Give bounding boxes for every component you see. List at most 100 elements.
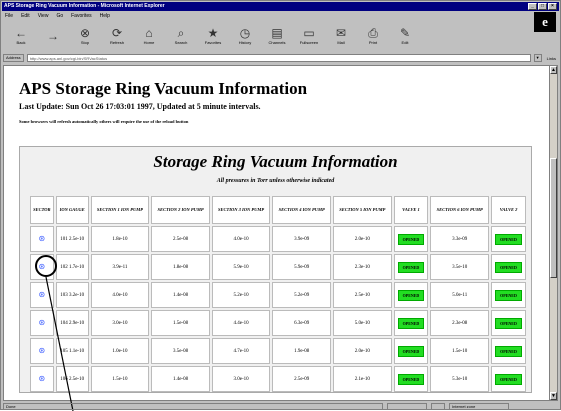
status-badge: OPENED	[495, 317, 522, 329]
vertical-scrollbar[interactable]: ▲ ▼	[549, 65, 558, 401]
cell-value: 2.3e-08	[452, 320, 468, 326]
cell-value: 105 1.1e-10	[60, 348, 85, 354]
links-button[interactable]: Links	[545, 56, 558, 61]
pressure-cell: 105 1.1e-10	[55, 338, 89, 364]
pressure-cell: 5.2e-09	[272, 282, 331, 308]
pressure-cell: 3.0e-10	[90, 310, 150, 336]
header-cell: ION GAUGE	[55, 196, 89, 224]
refresh-button[interactable]: ⟳ Refresh	[105, 21, 129, 51]
status-badge: OPENED	[495, 345, 522, 357]
cell-value: 4.0e-10	[233, 236, 249, 242]
valve-status-cell: OPENED	[393, 338, 429, 364]
channels-icon: ▤	[271, 26, 283, 40]
pressure-cell: 1.5e-08	[151, 310, 210, 336]
chevron-down-icon[interactable]: ▼	[533, 54, 542, 62]
menu-file[interactable]: File	[5, 12, 13, 20]
status-badge: OPENED	[495, 289, 522, 301]
channels-button[interactable]: ▤ Channels	[265, 21, 289, 51]
header-cell: SECTION 4 ION PUMP	[272, 196, 331, 224]
minimize-button[interactable]: _	[528, 3, 537, 10]
cell-value: 5.9e-09	[294, 264, 310, 270]
cell-value: 2.5e-08	[172, 236, 189, 242]
pressure-cell: 1.0e-10	[90, 338, 150, 364]
back-button[interactable]: ← Back	[9, 21, 33, 51]
scroll-up-icon[interactable]: ▲	[550, 66, 557, 74]
sector-link-icon[interactable]: ⊛	[38, 319, 46, 327]
cell-value: 3.9e-11	[112, 264, 128, 270]
stop-button[interactable]: ⊗ Stop	[73, 21, 97, 51]
menu-go[interactable]: Go	[56, 12, 63, 20]
menu-favorites[interactable]: Favorites	[71, 12, 92, 20]
pressure-cell: 1.8e-10	[90, 226, 150, 252]
window-title-bar[interactable]: APS Storage Ring Vacuum Information - Mi…	[2, 2, 559, 11]
sector-link-icon[interactable]: ⊛	[38, 375, 46, 383]
status-badge: OPENED	[495, 233, 522, 245]
pressure-cell: 3.3e-09	[430, 226, 490, 252]
fullscreen-button[interactable]: ▭ Fullscreen	[297, 21, 321, 51]
pressure-cell: 1.5e-10	[430, 338, 490, 364]
search-button[interactable]: ⌕ Search	[169, 21, 193, 51]
pressure-cell: 2.5e-09	[272, 366, 331, 392]
sector-cell: ⊛	[30, 310, 54, 336]
pressure-cell: 5.3e-10	[430, 366, 490, 392]
pressure-cell: 4.7e-10	[211, 338, 271, 364]
pressure-cell: 6.3e-09	[272, 310, 331, 336]
pressure-cell: 2.1e-10	[332, 366, 392, 392]
window-controls: _ □ ×	[528, 3, 557, 10]
address-input[interactable]: http://www.aps.anl.gov/cgi-bin/SRVacStat…	[26, 54, 531, 62]
header-cell: SECTION 6 ION PUMP	[430, 196, 490, 224]
menu-view[interactable]: View	[38, 12, 49, 20]
header-cell: SECTOR	[30, 196, 54, 224]
pressure-cell: 1.9e-08	[272, 338, 331, 364]
sector-cell: ⊛	[30, 366, 54, 392]
sector-link-icon[interactable]: ⊛	[38, 235, 46, 243]
fullscreen-icon: ▭	[303, 26, 315, 40]
pressure-cell: 103 3.2e-10	[55, 282, 89, 308]
pressure-cell: 4.4e-10	[211, 310, 271, 336]
sector-cell: ⊛	[30, 226, 54, 252]
history-button[interactable]: ◷ History	[233, 21, 257, 51]
table-row: ⊛ 106 2.5e-10 1.5e-10 1.4e-08 3.0e-10 2.5e-09…	[30, 366, 526, 392]
cell-value: 5.3e-10	[452, 376, 468, 382]
forward-button[interactable]: →	[41, 21, 65, 51]
home-button[interactable]: ⌂ Home	[137, 21, 161, 51]
edit-icon: ✎	[399, 26, 411, 40]
cell-value: 3.0e-10	[233, 376, 249, 382]
pressure-cell: 3.9e-11	[90, 254, 150, 280]
window-title: APS Storage Ring Vacuum Information - Mi…	[4, 3, 165, 9]
pressure-cell: 5.2e-10	[211, 282, 271, 308]
cell-value: 1.0e-10	[112, 348, 128, 354]
highlight-circle	[35, 255, 57, 277]
back-arrow-icon: ←	[15, 26, 27, 40]
print-button[interactable]: ⎙ Print	[361, 21, 385, 51]
pressure-cell: 2.0e-10	[332, 226, 392, 252]
scroll-down-icon[interactable]: ▼	[550, 392, 557, 400]
table-body: ⊛ 101 2.5e-10 1.8e-10 2.5e-08 4.0e-10 3.9e-09…	[30, 226, 526, 392]
cell-value: 101 2.5e-10	[60, 236, 85, 242]
table-row: ⊛ 105 1.1e-10 1.0e-10 3.5e-08 4.7e-10 1.9e-08…	[30, 338, 526, 364]
cell-value: 1.4e-08	[172, 292, 189, 298]
edit-button[interactable]: ✎ Edit	[393, 21, 417, 51]
menu-edit[interactable]: Edit	[21, 12, 30, 20]
sector-link-icon[interactable]: ⊛	[38, 291, 46, 299]
cell-value: 4.0e-10	[112, 292, 128, 298]
cell-value: 6.3e-09	[294, 320, 310, 326]
cell-value: 4.7e-10	[233, 348, 249, 354]
cell-value: 5.2e-09	[294, 292, 310, 298]
close-button[interactable]: ×	[548, 3, 557, 10]
cell-value: 106 2.5e-10	[60, 376, 85, 382]
header-cell: SECTION 2 ION PUMP	[151, 196, 210, 224]
favorites-button[interactable]: ★ Favorites	[201, 21, 225, 51]
menu-help[interactable]: Help	[100, 12, 110, 20]
pressure-cell: 5.9e-10	[211, 254, 271, 280]
mail-button[interactable]: ✉ Mail	[329, 21, 353, 51]
cell-value: 3.3e-09	[452, 236, 468, 242]
cell-value: 1.9e-08	[294, 348, 310, 354]
menu-bar: File Edit View Go Favorites Help	[5, 12, 110, 20]
scroll-thumb[interactable]	[550, 158, 557, 278]
cell-value: 2.1e-10	[354, 376, 370, 382]
sector-link-icon[interactable]: ⊛	[38, 347, 46, 355]
pressure-cell: 1.4e-08	[151, 366, 210, 392]
pressure-cell: 5.0e-11	[430, 282, 490, 308]
maximize-button[interactable]: □	[538, 3, 547, 10]
